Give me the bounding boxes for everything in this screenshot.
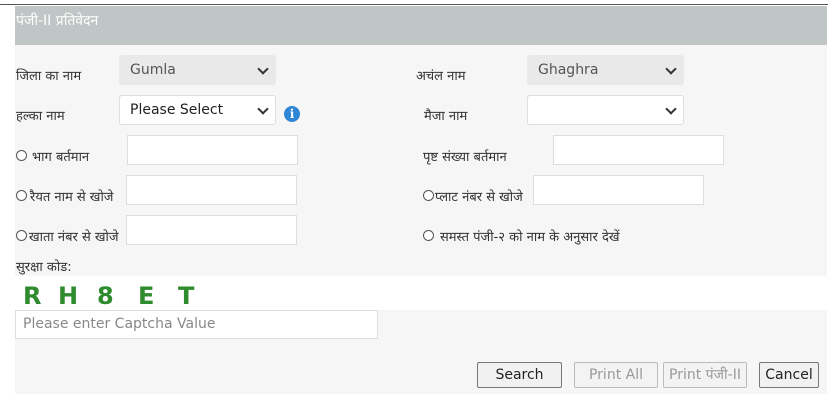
captcha-image xyxy=(15,276,828,310)
raiyat-radio[interactable] xyxy=(16,190,27,201)
panel-title: पंजी-II प्रतिवेदन xyxy=(16,13,99,29)
prishth-input[interactable] xyxy=(553,135,724,165)
anchal-value: Ghaghra xyxy=(538,62,599,78)
bhag-input[interactable] xyxy=(127,135,298,165)
top-divider xyxy=(0,4,828,5)
anchal-select[interactable]: Ghaghra xyxy=(527,55,684,85)
captcha-label: सुरक्षा कोड: xyxy=(16,260,72,275)
mauza-label: मैजा नाम xyxy=(424,109,468,124)
district-select[interactable]: Gumla xyxy=(119,55,276,85)
khata-radio[interactable] xyxy=(16,230,27,241)
captcha-char: 8 xyxy=(97,282,114,310)
district-value: Gumla xyxy=(130,62,176,78)
halka-select[interactable]: Please Select xyxy=(119,95,276,125)
raiyat-input[interactable] xyxy=(126,175,297,205)
search-button[interactable]: Search xyxy=(477,362,562,388)
plot-input[interactable] xyxy=(533,175,704,205)
print-all-button[interactable]: Print All xyxy=(574,362,658,388)
khata-label: खाता नंबर से खोजे xyxy=(29,230,119,245)
captcha-char: E xyxy=(138,282,155,310)
chevron-down-icon xyxy=(257,103,269,115)
plot-radio[interactable] xyxy=(423,190,434,201)
captcha-char: T xyxy=(178,282,195,310)
chevron-down-icon xyxy=(665,103,677,115)
cancel-button[interactable]: Cancel xyxy=(759,362,819,388)
raiyat-label: रैयत नाम से खोजे xyxy=(30,190,114,205)
anchal-label: अचंल नाम xyxy=(416,69,466,84)
captcha-char: H xyxy=(58,282,79,310)
panel-header: पंजी-II प्रतिवेदन xyxy=(15,6,827,45)
mauza-select[interactable] xyxy=(527,95,684,125)
chevron-down-icon xyxy=(257,63,269,75)
plot-label: प्लाट नंबर से खोजे xyxy=(435,190,523,205)
prishth-label: पृष्ट संख्या बर्तमान xyxy=(423,150,507,165)
halka-value: Please Select xyxy=(130,102,224,118)
captcha-char: R xyxy=(23,282,42,310)
district-label: जिला का नाम xyxy=(16,69,82,84)
bhag-radio[interactable] xyxy=(16,150,27,161)
chevron-down-icon xyxy=(665,63,677,75)
khata-input[interactable] xyxy=(126,215,297,245)
all-radio[interactable] xyxy=(423,230,434,241)
bhag-label: भाग बर्तमान xyxy=(32,150,90,165)
all-label: समस्त पंजी-२ को नाम के अनुसार देखें xyxy=(440,230,620,245)
halka-label: हल्का नाम xyxy=(16,109,65,124)
captcha-input[interactable]: Please enter Captcha Value xyxy=(15,310,378,339)
print-panji-button[interactable]: Print पंजी-II xyxy=(663,362,747,388)
info-icon[interactable]: i xyxy=(284,106,300,122)
